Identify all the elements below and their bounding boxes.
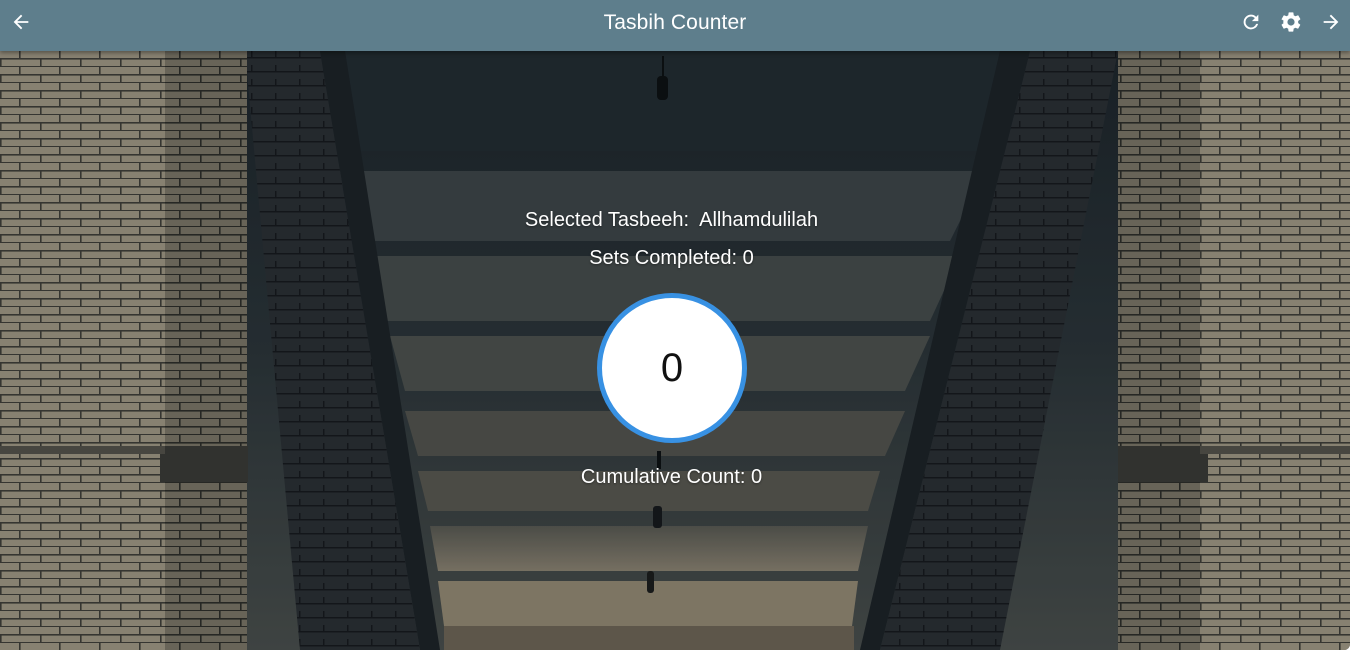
cumulative-count-label: Cumulative Count: <box>580 466 746 488</box>
selected-tasbeeh-value: Allhamdulilah <box>699 209 819 231</box>
cumulative-count: Cumulative Count: 0 <box>0 466 1343 489</box>
reset-button[interactable] <box>1235 6 1267 38</box>
sets-completed-label: Sets Completed: <box>589 247 738 269</box>
settings-button[interactable] <box>1275 6 1307 38</box>
arrow-right-icon <box>1323 14 1339 30</box>
sets-completed-value: 0 <box>742 247 754 269</box>
refresh-icon <box>1243 14 1259 30</box>
counter-button[interactable]: 0 <box>597 293 747 443</box>
gear-icon <box>1281 12 1301 32</box>
app-bar: Tasbih Counter <box>0 0 1350 51</box>
sets-completed: Sets Completed: 0 <box>0 247 1343 270</box>
forward-button[interactable] <box>1315 6 1347 38</box>
page-title: Tasbih Counter <box>603 11 747 34</box>
tasbih-app: Tasbih Counter Selected Tasbeeh: Allhamd… <box>0 0 1350 650</box>
selected-tasbeeh: Selected Tasbeeh: Allhamdulilah <box>0 209 1343 232</box>
counter-panel: Selected Tasbeeh: Allhamdulilah Sets Comp… <box>0 0 1350 650</box>
selected-tasbeeh-label: Selected Tasbeeh: <box>524 209 690 231</box>
cumulative-count-value: 0 <box>750 466 763 488</box>
counter-value: 0 <box>660 346 684 390</box>
